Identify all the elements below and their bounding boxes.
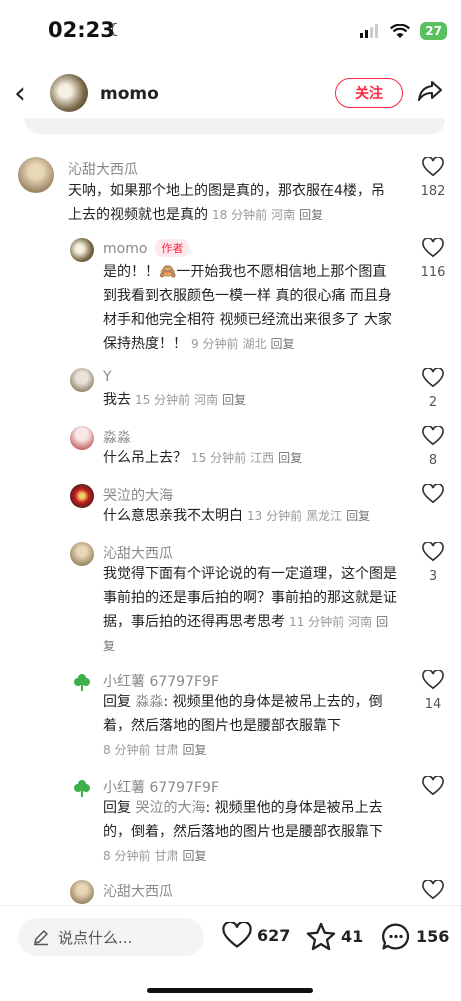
- like-count: 3: [428, 569, 438, 584]
- comment-author[interactable]: 小红薯 67797F9F: [103, 671, 219, 691]
- comment-text[interactable]: 天呐，如果那个地上的图是真的，那衣服在4楼，吊上去的视频就也是真的 18 分钟前河…: [68, 179, 398, 227]
- reply-button[interactable]: 回复: [346, 509, 370, 523]
- like-button[interactable]: [413, 879, 453, 904]
- note-header: ‹ momo 关注: [0, 68, 461, 124]
- comment-text[interactable]: 我去 15 分钟前 河南 回复: [103, 388, 399, 412]
- comment-author[interactable]: momo: [103, 241, 147, 257]
- clover-icon: [74, 780, 90, 797]
- avatar[interactable]: [70, 368, 94, 392]
- collect-count: 41: [341, 927, 364, 946]
- avatar[interactable]: [70, 238, 94, 262]
- comment-count: 156: [416, 927, 450, 946]
- comment-text[interactable]: 是的！！🙈一开始我也不愿相信地上那个图直到我看到衣服颜色一模一样 真的很心痛 而…: [103, 260, 399, 356]
- comment-author[interactable]: 沁甜大西瓜: [68, 159, 138, 179]
- comment-author[interactable]: 哭泣的大海: [103, 485, 173, 505]
- like-button[interactable]: 8: [413, 425, 453, 468]
- comment-text[interactable]: 我觉得下面有个评论说的有一定道理，这个图是事前拍的还是事后拍的啊？事前拍的那这就…: [103, 562, 399, 658]
- comment-text[interactable]: 回复 淼淼: 视频里他的身体是被吊上去的，倒着，然后落地的图片也是腰部衣服靠下 8…: [103, 690, 399, 762]
- heart-icon: [422, 367, 444, 388]
- comment-placeholder: 说点什么...: [58, 928, 133, 947]
- reply-target[interactable]: 哭泣的大海: [135, 800, 205, 816]
- bottom-action-bar: 说点什么... 627 41 156: [0, 905, 461, 1001]
- cellular-icon: [360, 24, 379, 38]
- like-button[interactable]: 2: [413, 367, 453, 410]
- like-button[interactable]: 14: [413, 669, 453, 712]
- pencil-icon: [34, 930, 48, 946]
- chat-bubble-icon: [382, 923, 410, 950]
- avatar[interactable]: [70, 776, 94, 800]
- reply-target[interactable]: 淼淼: [135, 694, 163, 710]
- comment-input[interactable]: 说点什么...: [18, 918, 204, 956]
- heart-icon: [422, 669, 444, 690]
- like-button[interactable]: 182: [413, 156, 453, 199]
- author-name[interactable]: momo: [100, 84, 159, 104]
- reply-button[interactable]: 回复: [270, 337, 294, 351]
- comment-author[interactable]: 沁甜大西瓜: [103, 881, 173, 901]
- like-count: 182: [420, 184, 446, 199]
- heart-icon: [422, 775, 444, 796]
- author-badge: 作者: [155, 239, 190, 257]
- status-bar: 02:23 ☾ 27: [0, 0, 461, 62]
- comment-author[interactable]: 小红薯 67797F9F: [103, 777, 219, 797]
- collect-button[interactable]: 41: [306, 922, 363, 951]
- moon-icon: ☾: [108, 20, 125, 41]
- reply-button[interactable]: 回复: [299, 208, 323, 222]
- star-icon: [306, 922, 336, 951]
- battery-icon: 27: [420, 22, 447, 40]
- like-button[interactable]: 116: [413, 237, 453, 280]
- comment-author[interactable]: 淼淼: [103, 427, 131, 447]
- avatar[interactable]: [18, 157, 54, 193]
- like-count: 116: [420, 265, 446, 280]
- reply-button[interactable]: 回复: [278, 451, 302, 465]
- heart-icon: [422, 425, 444, 446]
- previous-content-edge: [25, 118, 445, 134]
- clover-icon: [74, 674, 90, 691]
- wifi-icon: [390, 23, 411, 38]
- note-like-count: 627: [257, 926, 291, 945]
- like-button[interactable]: 3: [413, 541, 453, 584]
- heart-icon: [422, 541, 444, 562]
- avatar[interactable]: [70, 426, 94, 450]
- avatar[interactable]: [70, 880, 94, 904]
- like-button[interactable]: [413, 775, 453, 803]
- like-button[interactable]: [413, 483, 453, 511]
- comment-text[interactable]: 什么吊上去？ 15 分钟前 江西 回复: [103, 446, 399, 470]
- like-note-button[interactable]: 627: [222, 922, 290, 949]
- heart-icon: [422, 237, 444, 258]
- like-count: 14: [424, 697, 442, 712]
- comment-button[interactable]: 156: [381, 922, 449, 951]
- author-avatar[interactable]: [50, 74, 88, 112]
- comment-text[interactable]: 什么意思亲我不太明白 13 分钟前 黑龙江 回复: [103, 504, 399, 528]
- avatar[interactable]: [70, 542, 94, 566]
- comment-author[interactable]: 沁甜大西瓜: [103, 543, 173, 563]
- reply-button[interactable]: 回复: [222, 393, 246, 407]
- home-indicator: [147, 988, 313, 993]
- like-count: 2: [428, 395, 438, 410]
- share-icon[interactable]: [417, 78, 443, 104]
- follow-button[interactable]: 关注: [335, 78, 403, 108]
- clock: 02:23: [48, 18, 115, 42]
- comment-author[interactable]: Y: [103, 369, 112, 385]
- avatar[interactable]: [70, 484, 94, 508]
- reply-button[interactable]: 回复: [182, 743, 206, 757]
- heart-icon: [222, 922, 252, 948]
- reply-button[interactable]: 回复: [182, 849, 206, 863]
- like-count: 8: [428, 453, 438, 468]
- heart-icon: [422, 483, 444, 504]
- back-button[interactable]: ‹: [14, 76, 26, 111]
- heart-icon: [422, 879, 444, 900]
- avatar[interactable]: [70, 670, 94, 694]
- heart-icon: [422, 156, 444, 177]
- comment-text[interactable]: 回复 哭泣的大海: 视频里他的身体是被吊上去的，倒着，然后落地的图片也是腰部衣服…: [103, 796, 403, 868]
